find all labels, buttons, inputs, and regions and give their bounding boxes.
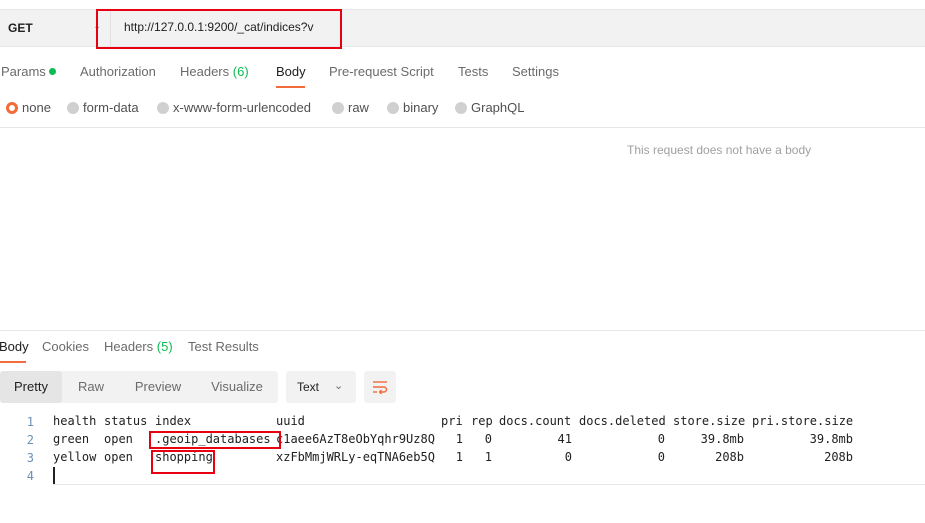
response-tab-cookies[interactable]: Cookies bbox=[42, 339, 89, 354]
radio-icon bbox=[332, 102, 344, 114]
index-highlight-box bbox=[149, 431, 281, 449]
response-headers-count: (5) bbox=[156, 339, 173, 354]
tab-prerequest-script[interactable]: Pre-request Script bbox=[329, 64, 434, 79]
wrap-lines-button[interactable] bbox=[364, 371, 396, 403]
tab-headers[interactable]: Headers (6) bbox=[180, 64, 249, 79]
col-pri: pri bbox=[441, 414, 463, 428]
cell-pri-store-size: 39.8mb bbox=[809, 432, 853, 446]
radio-form-data-label: form-data bbox=[83, 100, 139, 115]
cell-health: green bbox=[53, 432, 90, 446]
response-tab-body[interactable]: Body bbox=[0, 339, 29, 354]
col-store-size: store.size bbox=[673, 414, 746, 428]
line-number: 3 bbox=[26, 451, 34, 465]
format-label: Text bbox=[297, 380, 320, 394]
divider bbox=[0, 127, 925, 128]
col-docs-deleted: docs.deleted bbox=[579, 414, 666, 428]
text-cursor bbox=[53, 467, 55, 484]
cell-docs-count: 41 bbox=[557, 432, 572, 446]
index-highlight-box bbox=[151, 450, 215, 474]
view-visualize-button[interactable]: Visualize bbox=[196, 371, 278, 403]
radio-urlencoded-label: x-www-form-urlencoded bbox=[173, 100, 311, 115]
cell-pri: 1 bbox=[455, 432, 463, 446]
method-label: GET bbox=[8, 21, 33, 35]
radio-graphql-label: GraphQL bbox=[471, 100, 525, 115]
cell-uuid: c1aee6AzT8eObYqhr9Uz8Q bbox=[276, 432, 435, 446]
response-tab-test-results[interactable]: Test Results bbox=[188, 339, 259, 354]
response-view-selector: Pretty Raw Preview Visualize bbox=[0, 371, 278, 403]
col-health: health bbox=[53, 414, 97, 428]
col-docs-count: docs.count bbox=[499, 414, 572, 428]
radio-raw-label: raw bbox=[348, 100, 369, 115]
method-dropdown[interactable]: GET ⌄ bbox=[0, 10, 108, 46]
active-tab-indicator bbox=[0, 361, 26, 363]
tab-authorization[interactable]: Authorization bbox=[80, 64, 156, 79]
tab-tests[interactable]: Tests bbox=[458, 64, 488, 79]
radio-icon bbox=[157, 102, 169, 114]
col-status: status bbox=[104, 414, 148, 428]
cell-store-size: 208b bbox=[715, 450, 744, 464]
cell-rep: 0 bbox=[484, 432, 492, 446]
col-uuid: uuid bbox=[276, 414, 305, 428]
divider bbox=[0, 330, 925, 331]
url-highlight-box bbox=[96, 9, 342, 49]
radio-icon bbox=[67, 102, 79, 114]
line-number: 2 bbox=[26, 433, 34, 447]
radio-icon bbox=[455, 102, 467, 114]
radio-icon bbox=[387, 102, 399, 114]
tab-headers-label: Headers bbox=[180, 64, 230, 79]
cell-health: yellow bbox=[53, 450, 97, 464]
headers-count-badge: (6) bbox=[232, 64, 249, 79]
response-tab-headers[interactable]: Headers (5) bbox=[104, 339, 173, 354]
tab-settings[interactable]: Settings bbox=[512, 64, 559, 79]
cell-rep: 1 bbox=[484, 450, 492, 464]
radio-none-label: none bbox=[22, 100, 51, 115]
active-tab-indicator bbox=[276, 86, 305, 88]
cell-store-size: 39.8mb bbox=[700, 432, 744, 446]
line-number: 1 bbox=[26, 415, 34, 429]
line-number: 4 bbox=[26, 469, 34, 483]
cell-docs-deleted: 0 bbox=[657, 432, 665, 446]
response-tab-headers-label: Headers bbox=[104, 339, 154, 354]
view-pretty-button[interactable]: Pretty bbox=[0, 371, 62, 403]
divider bbox=[53, 484, 925, 485]
tab-params-label: Params bbox=[1, 64, 46, 79]
tab-body[interactable]: Body bbox=[276, 64, 306, 79]
col-pri-store-size: pri.store.size bbox=[752, 414, 854, 428]
view-raw-button[interactable]: Raw bbox=[62, 371, 120, 403]
tab-params[interactable]: Params bbox=[1, 64, 56, 79]
radio-selected-icon bbox=[6, 102, 18, 114]
cell-status: open bbox=[104, 432, 133, 446]
col-index: index bbox=[155, 414, 192, 428]
cell-docs-count: 0 bbox=[564, 450, 572, 464]
wrap-lines-icon bbox=[373, 381, 388, 395]
cell-docs-deleted: 0 bbox=[657, 450, 665, 464]
no-body-message: This request does not have a body bbox=[627, 143, 812, 157]
view-preview-button[interactable]: Preview bbox=[120, 371, 196, 403]
cell-pri-store-size: 208b bbox=[824, 450, 853, 464]
cell-status: open bbox=[104, 450, 133, 464]
status-dot-icon bbox=[48, 68, 56, 75]
cell-uuid: xzFbMmjWRLy-eqTNA6eb5Q bbox=[276, 450, 435, 464]
cell-pri: 1 bbox=[455, 450, 463, 464]
col-rep: rep bbox=[471, 414, 493, 428]
format-dropdown[interactable]: Text ⌄ bbox=[286, 371, 356, 403]
radio-binary-label: binary bbox=[403, 100, 439, 115]
chevron-down-icon: ⌄ bbox=[334, 380, 344, 392]
